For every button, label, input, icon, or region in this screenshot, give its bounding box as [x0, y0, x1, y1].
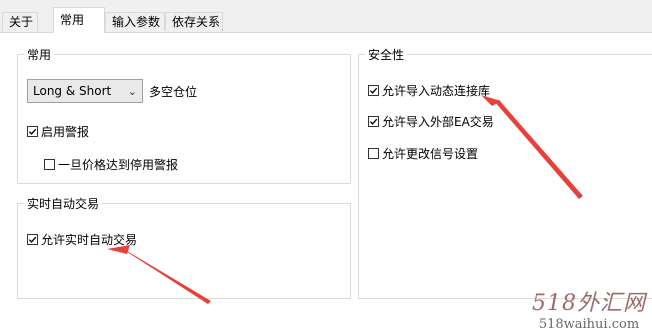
- security-group-title: 安全性: [368, 48, 405, 62]
- allow-signal-change-checkbox[interactable]: 允许更改信号设置: [368, 145, 478, 162]
- allow-live-trading-label: 允许实时自动交易: [41, 233, 138, 247]
- allow-external-ea-label: 允许导入外部EA交易: [382, 115, 494, 129]
- enable-alerts-label: 启用警报: [41, 125, 90, 139]
- live-trading-group-title: 实时自动交易: [27, 197, 100, 211]
- checkbox-unchecked-icon: [368, 148, 379, 159]
- chevron-down-icon: ⌄: [127, 85, 137, 98]
- watermark-logo-text: 518外汇网: [532, 291, 646, 316]
- checkbox-checked-icon: [368, 116, 379, 127]
- enable-alerts-checkbox[interactable]: 启用警报: [27, 123, 89, 140]
- position-mode-select[interactable]: Long & Short ⌄: [27, 79, 143, 103]
- tab-input-params[interactable]: 输入参数: [105, 12, 165, 31]
- alert-on-price-checkbox[interactable]: 一旦价格达到停用警报: [44, 156, 178, 173]
- checkbox-unchecked-icon: [44, 159, 55, 170]
- allow-external-ea-checkbox[interactable]: 允许导入外部EA交易: [368, 113, 494, 130]
- watermark: 518外汇网 518waihui.com: [532, 285, 646, 332]
- tab-common[interactable]: 常用: [53, 7, 105, 33]
- position-mode-value: Long & Short: [33, 84, 112, 98]
- allow-live-trading-checkbox[interactable]: 允许实时自动交易: [27, 231, 137, 248]
- allow-dll-import-label: 允许导入动态连接库: [382, 84, 491, 98]
- common-group-title: 常用: [27, 48, 52, 62]
- tab-about[interactable]: 关于: [2, 12, 38, 31]
- checkbox-checked-icon: [368, 85, 379, 96]
- tab-bar: 关于 常用 输入参数 依存关系: [0, 0, 652, 33]
- allow-dll-import-checkbox[interactable]: 允许导入动态连接库: [368, 82, 490, 99]
- watermark-url: 518waihui.com: [538, 317, 640, 332]
- allow-signal-change-label: 允许更改信号设置: [382, 147, 479, 161]
- tab-dependencies[interactable]: 依存关系: [165, 12, 223, 31]
- checkbox-checked-icon: [27, 234, 38, 245]
- checkbox-checked-icon: [27, 126, 38, 137]
- alert-on-price-label: 一旦价格达到停用警报: [58, 158, 179, 172]
- position-mode-caption: 多空仓位: [149, 85, 198, 99]
